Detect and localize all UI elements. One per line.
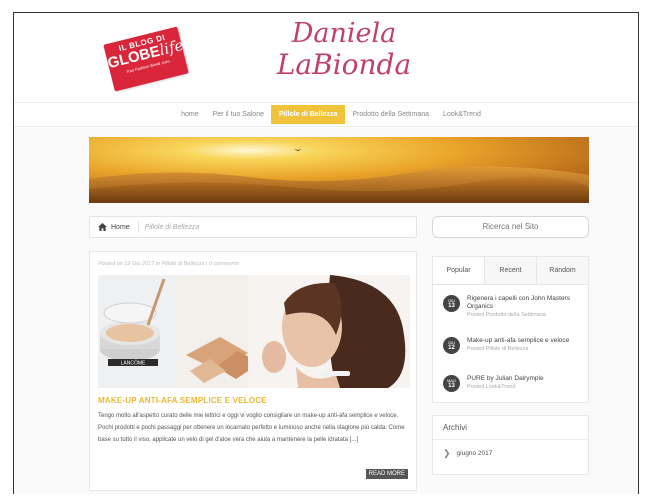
nav-item-home[interactable]: home: [174, 106, 206, 123]
post-title[interactable]: MAKE-UP ANTI-AFA SEMPLICE E VELOCE: [98, 396, 267, 405]
archive-title: Archivi: [433, 416, 588, 440]
date-badge: GIU 13: [443, 295, 460, 312]
site-header: IL BLOG DI GLOBElife Your Fashion World …: [14, 13, 638, 103]
date-badge: MAG 13: [443, 375, 460, 392]
archive-widget: Archivi ❯ giugno 2017: [432, 415, 589, 475]
nav-item-per-il-tuo-salone[interactable]: Per il tuo Salone: [206, 106, 271, 123]
date-badge: GIU 12: [443, 337, 460, 354]
chevron-right-icon: ❯: [443, 448, 451, 458]
header-banner-image: [89, 137, 589, 203]
logo-first-name: Daniela: [291, 18, 397, 49]
browser-page: IL BLOG DI GLOBElife Your Fashion World …: [13, 12, 639, 494]
nav-item-look-trend[interactable]: Look&Trend: [436, 106, 488, 123]
globelife-badge-logo[interactable]: IL BLOG DI GLOBElife Your Fashion World …: [103, 26, 189, 92]
post-featured-image[interactable]: LANCÔME: [98, 275, 410, 388]
popular-post-category: Posted Prodotto della Settimana: [467, 312, 546, 318]
popular-post-item[interactable]: MAG 13 PURE by Julian Dalrymple Posted Lo…: [443, 375, 583, 392]
tab-popular[interactable]: Popular: [433, 257, 484, 284]
post-card: Posted on 12 Giu 2017 in Pillole di Bell…: [89, 251, 417, 491]
breadcrumb-current: Pillole di Bellezza: [144, 223, 200, 231]
popular-post-title[interactable]: PURE by Julian Dalrymple: [467, 375, 544, 383]
home-icon: [98, 223, 107, 231]
archive-item-label[interactable]: giugno 2017: [457, 450, 493, 457]
post-excerpt: Tengo molto all'aspetto curato delle mie…: [98, 413, 405, 443]
nav-item-prodotto-della-settimana[interactable]: Prodotto della Settimana: [345, 106, 436, 123]
post-image-brand-text: LANCÔME: [121, 360, 146, 367]
read-more-button[interactable]: READ MORE: [365, 469, 408, 479]
breadcrumb-divider: [137, 221, 139, 233]
popular-post-item[interactable]: GIU 13 Rigenera i capelli con John Master…: [443, 295, 583, 319]
site-logo[interactable]: Daniela LaBionda: [264, 19, 424, 81]
site-search-box[interactable]: Ricerca nel Sito: [432, 216, 589, 238]
widget-tabs: Popular Recent Random: [433, 257, 588, 285]
tab-recent[interactable]: Recent: [484, 257, 536, 284]
popular-post-title[interactable]: Rigenera i capelli con John Masters Orga…: [467, 295, 583, 311]
popular-post-category: Posted Pillole di Bellezza: [467, 346, 529, 352]
breadcrumb: Home Pillole di Bellezza: [89, 216, 417, 238]
popular-post-item[interactable]: GIU 12 Make-up anti-afa semplice e veloce…: [443, 337, 583, 354]
popular-post-title[interactable]: Make-up anti-afa semplice e veloce: [467, 337, 569, 345]
archive-item[interactable]: ❯ giugno 2017: [433, 440, 588, 467]
post-meta: Posted on 12 Giu 2017 in Pillole di Bell…: [98, 261, 239, 267]
main-navigation: home Per il tuo Salone Pillole di Bellez…: [14, 103, 638, 127]
breadcrumb-home-link[interactable]: Home: [111, 224, 130, 231]
logo-last-name: LaBionda: [276, 48, 412, 81]
nav-item-pillole-di-bellezza[interactable]: Pillole di Bellezza: [270, 105, 346, 124]
popular-post-category: Posted Look&Trend: [467, 384, 516, 390]
tab-random[interactable]: Random: [536, 257, 588, 284]
tabs-widget: Popular Recent Random GIU 13 Rigenera i c…: [432, 256, 589, 403]
